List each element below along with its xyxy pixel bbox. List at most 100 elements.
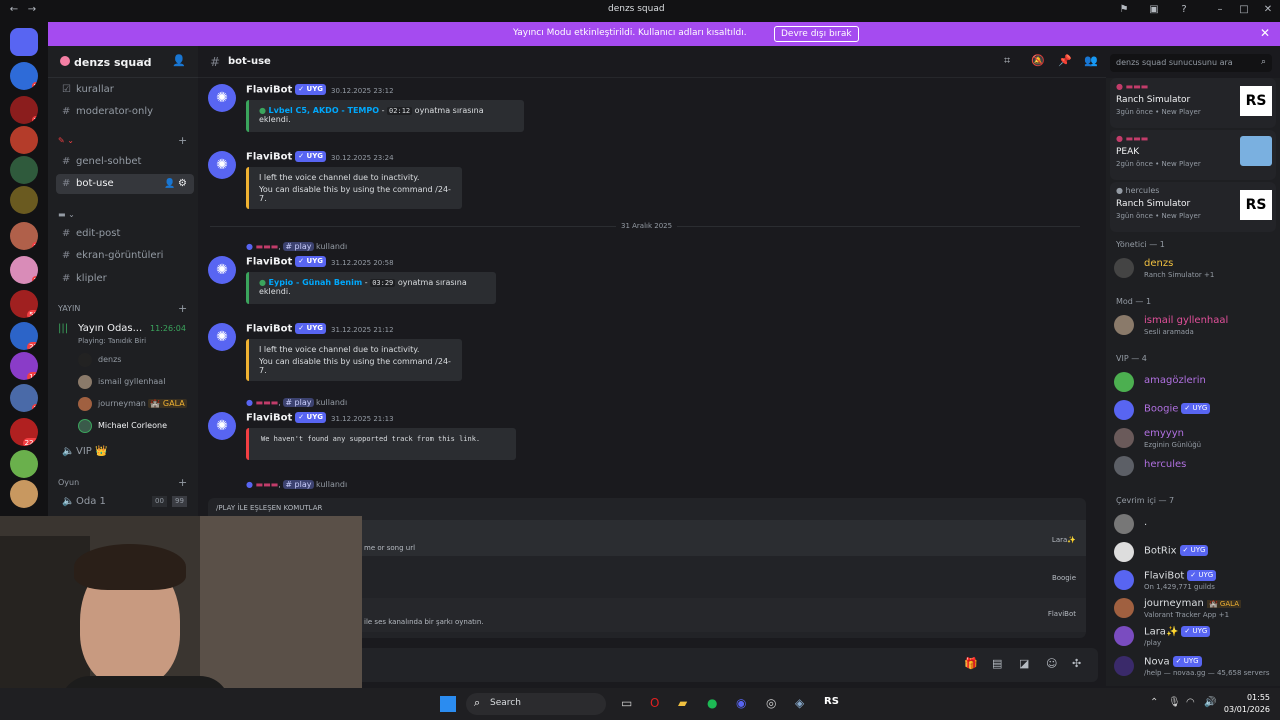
sticker-icon[interactable]: ◪ [1019, 657, 1029, 670]
server-icon[interactable] [10, 126, 38, 154]
member-item[interactable]: denzs Ranch Simulator +1 [1114, 256, 1274, 282]
message-author[interactable]: FlaviBot ✓ UYG 31.12.2025 20:58 [246, 256, 394, 268]
server-header[interactable]: denzs squad ⌄ 👤 [48, 46, 198, 78]
command-reply[interactable]: ● ▬▬▬, # play kullandı [246, 398, 347, 407]
command-reply[interactable]: ● ▬▬▬, # play kullandı [246, 480, 347, 489]
channel-klipler[interactable]: # klipler [56, 269, 194, 289]
server-icon[interactable] [10, 186, 38, 214]
category-pencil-icon[interactable]: ✎ ⌄ [58, 136, 74, 145]
server-icon[interactable]: 7 [10, 384, 38, 412]
inbox-icon[interactable]: ⚑ [1118, 4, 1130, 16]
pin-icon[interactable]: 📌 [1058, 54, 1072, 67]
member-item[interactable]: . [1114, 512, 1274, 538]
channel-bot-use[interactable]: # bot-use 👤 ⚙ [56, 174, 194, 194]
member-item[interactable]: amagözlerin [1114, 370, 1274, 396]
server-icon[interactable] [10, 480, 38, 508]
member-item[interactable]: FlaviBot ✓ UYG On 1,429,771 guilds [1114, 568, 1274, 594]
member-item[interactable]: hercules [1114, 454, 1274, 480]
disable-streamer-mode-button[interactable]: Devre dışı bırak [774, 26, 859, 42]
help-icon[interactable]: ? [1178, 4, 1190, 16]
gift-icon[interactable]: 🎁 [964, 657, 978, 670]
tray-chevron-icon[interactable]: ⌃ [1150, 697, 1158, 708]
notification-icon[interactable]: 🔕 [1031, 54, 1045, 67]
message-author[interactable]: FlaviBot ✓ UYG 31.12.2025 21:13 [246, 412, 394, 424]
category-folder-icon[interactable]: ▬ ⌄ [58, 210, 75, 219]
message-author[interactable]: FlaviBot ✓ UYG 31.12.2025 21:12 [246, 323, 394, 335]
voice-channel-yayin[interactable]: ||| Yayın Odas... 11:26:04 Playing: Tanı… [58, 320, 196, 345]
bot-avatar[interactable]: ✺ [208, 256, 236, 284]
voice-user[interactable]: journeyman 🏰 GALA [78, 396, 187, 412]
add-member-icon[interactable]: 👤 [172, 54, 186, 67]
command-reply[interactable]: ● ▬▬▬, # play kullandı [246, 242, 347, 251]
back-arrow-icon[interactable]: ← [8, 4, 20, 16]
member-item[interactable]: emyyyn Ezginin Günlüğü [1114, 426, 1274, 452]
taskbar-search[interactable]: ⌕ Search [466, 693, 606, 715]
track-link[interactable]: Lvbel C5, AKDO - TEMPO [269, 106, 380, 115]
gear-icon[interactable]: ⚙ [178, 174, 187, 194]
message-author[interactable]: FlaviBot ✓ UYG 30.12.2025 23:12 [246, 84, 394, 96]
spotify-icon[interactable]: ● [707, 696, 717, 710]
emoji-icon[interactable]: ☺ [1046, 657, 1057, 670]
server-icon[interactable]: 27 [10, 322, 38, 350]
wifi-icon[interactable]: ◠ [1186, 697, 1195, 708]
channel-edit-post[interactable]: # edit-post [56, 224, 194, 244]
channel-vip[interactable]: 🔈 VIP 👑 [56, 442, 194, 462]
maximize-icon[interactable]: □ [1238, 4, 1250, 16]
banner-close-icon[interactable]: ✕ [1260, 26, 1270, 40]
server-icon[interactable]: 1 [10, 222, 38, 250]
search-input[interactable]: denzs squad sunucusunu ara ⌕ [1110, 54, 1272, 72]
voice-user[interactable]: denzs [78, 352, 121, 368]
track-link[interactable]: Eypio - Günah Benim [269, 278, 363, 287]
channel-moderator-only[interactable]: # moderator-only [56, 102, 194, 122]
channel-oda-1[interactable]: 🔈 Oda 1 00 99 [56, 492, 194, 512]
activity-card[interactable]: ● ▬▬▬ PEAK 2gün önce • New Player [1110, 130, 1276, 180]
add-channel-icon[interactable]: + [178, 476, 187, 489]
voice-user[interactable]: Michael Corleone [78, 418, 167, 434]
server-icon[interactable] [10, 156, 38, 184]
channel-genel-sohbet[interactable]: # genel-sohbet [56, 152, 194, 172]
file-explorer-icon[interactable]: ▰ [678, 696, 687, 710]
task-view-icon[interactable]: ▭ [621, 696, 632, 710]
member-list-icon[interactable]: 👥 [1084, 54, 1098, 67]
server-icon[interactable]: 58 [10, 290, 38, 318]
server-icon[interactable]: 5 [10, 62, 38, 90]
add-channel-icon[interactable]: + [178, 134, 187, 147]
opera-icon[interactable]: O [650, 696, 659, 710]
bot-avatar[interactable]: ✺ [208, 84, 236, 112]
clock-date[interactable]: 03/01/2026 [1222, 705, 1270, 714]
invite-icon[interactable]: 👤 [164, 174, 175, 194]
activity-card[interactable]: ● ▬▬▬ Ranch Simulator 3gün önce • New Pl… [1110, 78, 1276, 128]
bot-avatar[interactable]: ✺ [208, 151, 236, 179]
server-icon[interactable]: 12 [10, 352, 38, 380]
member-item[interactable]: journeyman 🏰 GALA Valorant Tracker App +1 [1114, 596, 1274, 622]
screen-icon[interactable]: ▣ [1148, 4, 1160, 16]
category-oyun[interactable]: Oyun [58, 478, 79, 487]
message-author[interactable]: FlaviBot ✓ UYG 30.12.2025 23:24 [246, 151, 394, 163]
member-item[interactable]: Boogie ✓ UYG [1114, 398, 1274, 424]
close-icon[interactable]: ✕ [1262, 4, 1274, 16]
channel-ekran-goruntuleri[interactable]: # ekran-görüntüleri [56, 246, 194, 266]
activity-card[interactable]: ● hercules Ranch Simulator 3gün önce • N… [1110, 182, 1276, 232]
steam-icon[interactable]: ◈ [795, 696, 804, 710]
server-icon[interactable] [10, 450, 38, 478]
add-channel-icon[interactable]: + [178, 302, 187, 315]
microphone-icon[interactable]: 🎙 [1168, 697, 1181, 708]
clock-time[interactable]: 01:55 [1226, 693, 1270, 702]
voice-user[interactable]: ismail gyllenhaal [78, 374, 165, 390]
apps-icon[interactable]: ✣ [1072, 657, 1081, 670]
windows-start-icon[interactable] [440, 696, 456, 712]
minimize-icon[interactable]: – [1214, 4, 1226, 16]
member-item[interactable]: BotRix ✓ UYG [1114, 540, 1274, 566]
channel-kurallar[interactable]: ☑ kurallar [56, 80, 194, 100]
volume-icon[interactable]: 🔊 [1204, 697, 1216, 708]
ranch-simulator-icon[interactable]: RS [824, 696, 839, 707]
server-icon[interactable]: 7 [10, 256, 38, 284]
forward-arrow-icon[interactable]: → [26, 4, 38, 16]
member-item[interactable]: Lara✨ ✓ UYG/play [1114, 624, 1274, 650]
server-icon[interactable]: 2 [10, 96, 38, 124]
category-yayin[interactable]: YAYIN [58, 304, 80, 313]
bot-avatar[interactable]: ✺ [208, 412, 236, 440]
discord-home-icon[interactable] [10, 28, 38, 56]
bot-avatar[interactable]: ✺ [208, 323, 236, 351]
gif-icon[interactable]: ▤ [992, 657, 1002, 670]
